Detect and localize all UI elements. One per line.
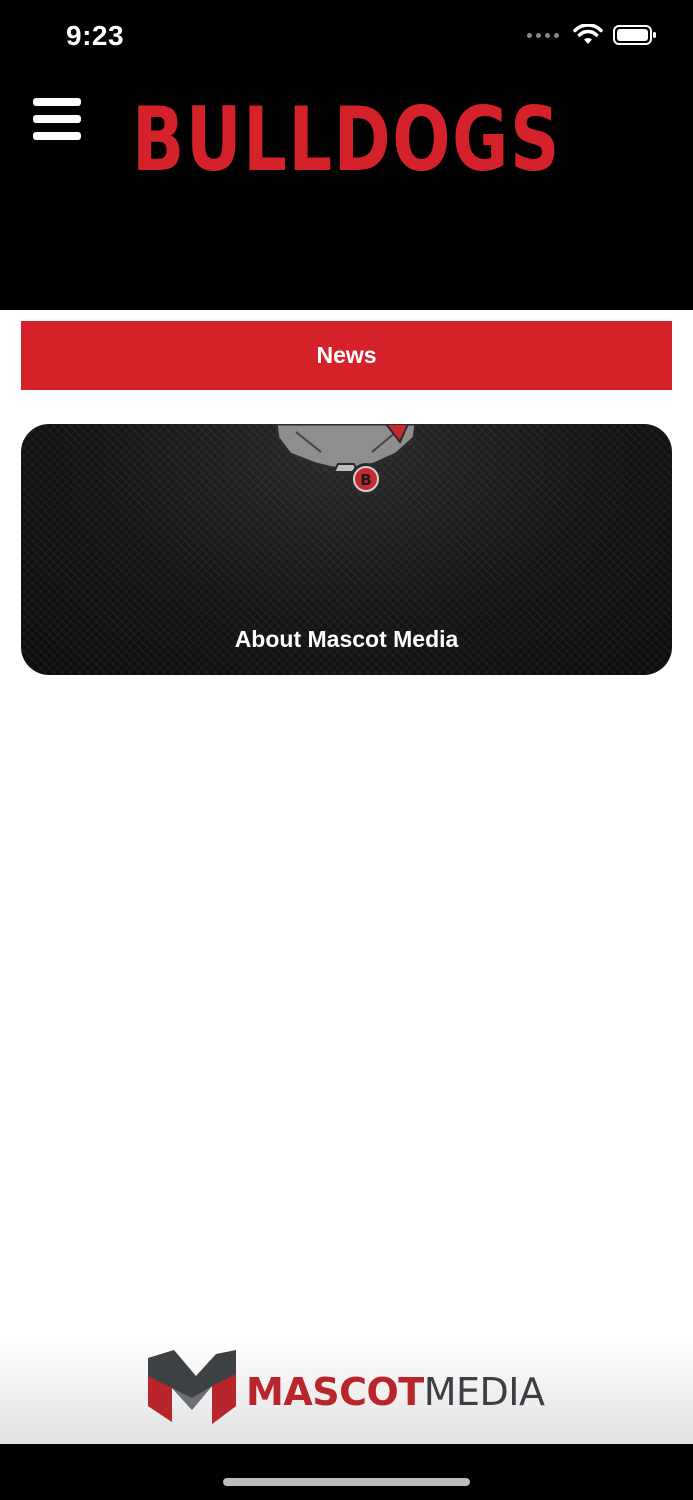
bulldog-mascot-icon: B	[276, 424, 416, 495]
svg-text:B: B	[360, 471, 371, 489]
home-indicator[interactable]	[223, 1478, 470, 1486]
news-label: News	[316, 342, 377, 368]
news-button[interactable]: News	[21, 321, 672, 390]
home-indicator-area	[0, 1444, 693, 1500]
app-header: BULLDOGS	[0, 80, 693, 310]
mascot-media-wordmark: MASCOTMEDIA	[246, 1370, 545, 1414]
logo-word-media: MEDIA	[423, 1370, 545, 1414]
hamburger-menu-icon[interactable]	[33, 98, 81, 140]
status-time: 9:23	[66, 20, 125, 51]
signal-icon	[527, 32, 559, 38]
battery-icon	[613, 25, 656, 45]
app-title: BULLDOGS	[131, 88, 562, 191]
status-bar: 9:23	[0, 0, 693, 80]
logo-word-mascot: MASCOT	[246, 1370, 424, 1414]
about-mascot-media-card[interactable]: B About Mascot Media	[21, 424, 672, 675]
wifi-icon	[573, 24, 603, 44]
card-title: About Mascot Media	[234, 626, 459, 652]
status-icons	[527, 24, 657, 46]
footer: MASCOTMEDIA	[0, 1338, 693, 1444]
